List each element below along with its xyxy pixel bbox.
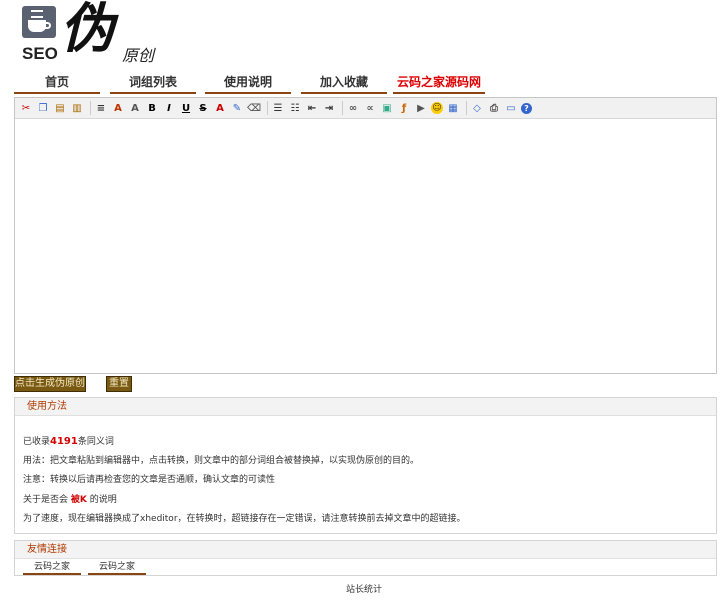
friend-links-title: 友情连接	[15, 541, 716, 559]
synonym-count: 4191	[50, 436, 78, 447]
note-line: 注意：转换以后请再检查您的文章是否通顺，确认文章的可读性	[23, 475, 276, 485]
usage-line: 用法：把文章粘贴到编辑器中，点击转换，则文章中的部分词组合被替换掉，以实现伪原创…	[23, 455, 420, 466]
editor-content-area[interactable]	[15, 119, 716, 373]
link-icon[interactable]: ∞	[346, 101, 360, 115]
usage-panel: 使用方法 已收录4191条同义词 用法：把文章粘贴到编辑器中，点击转换，则文章中…	[14, 397, 717, 534]
logo-big-char: 伪	[60, 0, 114, 60]
nav-instructions[interactable]: 使用说明	[205, 74, 291, 94]
cut-icon[interactable]: ✂	[19, 101, 33, 115]
remove-format-icon[interactable]: ⌫	[247, 101, 261, 115]
count-suffix: 条同义词	[77, 437, 114, 447]
reset-button[interactable]: 重置	[106, 376, 132, 392]
outdent-icon[interactable]: ⇤	[305, 101, 319, 115]
strikethrough-icon[interactable]: S	[196, 101, 210, 115]
about-line: 关于是否会 被K 的说明	[23, 491, 716, 511]
paste-icon[interactable]: ▤	[53, 101, 67, 115]
nav-source-site[interactable]: 云码之家源码网	[393, 74, 485, 94]
italic-icon[interactable]: I	[162, 101, 176, 115]
speed-line: 为了速度，现在编辑器换成了xheditor，在转换时，超链接存在一定错误，请注意…	[23, 514, 466, 524]
footer-stats-link[interactable]: 站长统计	[0, 582, 720, 595]
about-suffix: 的说明	[89, 494, 117, 505]
logo-small-chars: 原创	[122, 46, 155, 65]
friend-links-panel: 友情连接 云码之家 云码之家	[14, 540, 717, 576]
unlink-icon[interactable]: ∝	[363, 101, 377, 115]
image-icon[interactable]: ▣	[380, 101, 394, 115]
preview-icon[interactable]: ⎙	[487, 101, 501, 115]
toolbar-separator	[342, 101, 343, 115]
align-icon[interactable]: ☰	[271, 101, 285, 115]
font-size-icon[interactable]: A	[128, 101, 142, 115]
highlight-icon[interactable]: ✎	[230, 101, 244, 115]
count-prefix: 已收录	[23, 437, 51, 447]
nav-word-list[interactable]: 词组列表	[110, 74, 196, 94]
flash-icon[interactable]: ƒ	[397, 101, 411, 115]
toolbar-separator	[90, 101, 91, 115]
list-icon[interactable]: ☷	[288, 101, 302, 115]
indent-icon[interactable]: ⇥	[322, 101, 336, 115]
help-icon[interactable]: ?	[521, 102, 532, 114]
underline-icon[interactable]: U	[179, 101, 193, 115]
site-logo: SEO 伪 原创	[18, 0, 168, 65]
usage-panel-title: 使用方法	[15, 398, 716, 416]
generate-button[interactable]: 点击生成伪原创	[14, 376, 86, 392]
friend-link-1[interactable]: 云码之家	[23, 561, 81, 575]
main-nav: 首页 词组列表 使用说明 加入收藏 云码之家源码网	[14, 74, 704, 94]
count-line: 已收录4191条同义词	[23, 432, 716, 452]
nav-bookmark[interactable]: 加入收藏	[301, 74, 387, 94]
editor-toolbar: ✂ ❐ ▤ ▥ ≡ A A B I U S A ✎ ⌫ ☰ ☷ ⇤ ⇥ ∞ ∝ ▣ ƒ ▶ ☺ ▦ ◇ ⎙ ▭?	[15, 98, 716, 119]
rich-text-editor: ✂ ❐ ▤ ▥ ≡ A A B I U S A ✎ ⌫ ☰ ☷ ⇤ ⇥ ∞ ∝ ▣ ƒ ▶ ☺ ▦ ◇ ⎙ ▭?	[14, 97, 717, 374]
format-icon[interactable]: ≡	[94, 101, 108, 115]
toolbar-separator	[267, 101, 268, 115]
source-icon[interactable]: ◇	[470, 101, 484, 115]
media-icon[interactable]: ▶	[414, 101, 428, 115]
paste-text-icon[interactable]: ▥	[70, 101, 84, 115]
about-prefix: 关于是否会	[23, 494, 69, 505]
table-icon[interactable]: ▦	[446, 101, 460, 115]
font-color-icon[interactable]: A	[213, 101, 227, 115]
nav-home[interactable]: 首页	[14, 74, 100, 94]
font-icon[interactable]: A	[111, 101, 125, 115]
copy-icon[interactable]: ❐	[36, 101, 50, 115]
bold-icon[interactable]: B	[145, 101, 159, 115]
fullscreen-icon[interactable]: ▭	[504, 101, 518, 115]
about-keyword-link[interactable]: 被K	[71, 495, 87, 505]
emoticon-icon[interactable]: ☺	[431, 102, 443, 114]
friend-link-2[interactable]: 云码之家	[88, 561, 146, 575]
coffee-cup-icon	[22, 6, 56, 38]
logo-seo-text: SEO	[22, 44, 58, 63]
toolbar-separator	[466, 101, 467, 115]
